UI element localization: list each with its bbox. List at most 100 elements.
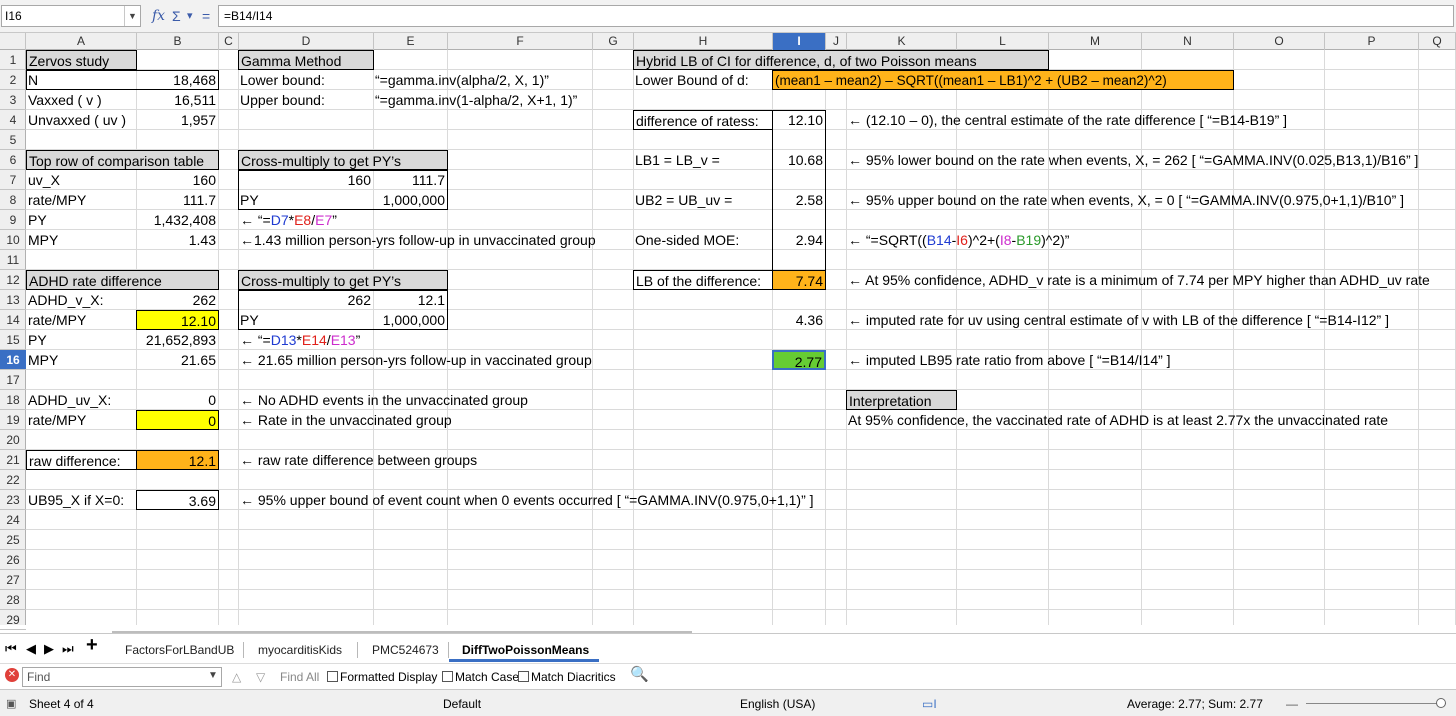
cell-d7[interactable]: 160 — [238, 170, 373, 190]
page-style[interactable]: Default — [443, 696, 481, 712]
add-sheet-button[interactable]: + — [86, 635, 98, 655]
cell-i10[interactable]: 2.94 — [772, 230, 825, 250]
cell-i16[interactable]: 2.77 — [772, 350, 826, 370]
cell-i12[interactable]: 7.74 — [772, 270, 826, 290]
row-header[interactable]: 7 — [0, 170, 26, 190]
column-header-e[interactable]: E — [374, 33, 448, 50]
sheet-tab-factorsforlbandub[interactable]: FactorsForLBandUB — [125, 642, 234, 658]
find-input[interactable]: Find — [22, 667, 222, 687]
cell-a6[interactable]: Top row of comparison table — [26, 150, 219, 170]
cell-d3[interactable]: Upper bound: — [238, 90, 373, 110]
cell-d15[interactable]: ← “=D13*E14/E13” — [238, 330, 373, 350]
chevron-down-icon[interactable]: ▼ — [124, 6, 140, 26]
cell-k18[interactable]: Interpretation — [846, 390, 957, 410]
cell-a12[interactable]: ADHD rate difference — [26, 270, 219, 290]
row-header[interactable]: 24 — [0, 510, 26, 530]
cell-k16[interactable]: ← imputed LB95 rate ratio from above [ “… — [846, 350, 1171, 370]
cell-a10[interactable]: MPY — [26, 230, 136, 250]
cell-d12[interactable]: Cross-multiply to get PY’s — [238, 270, 448, 290]
equals-icon[interactable]: = — [202, 6, 210, 26]
column-header-d[interactable]: D — [239, 33, 374, 50]
cell-b21[interactable]: 12.1 — [136, 450, 219, 470]
cell-b16[interactable]: 21.65 — [136, 350, 218, 370]
cell-b3[interactable]: 16,511 — [136, 90, 218, 110]
cell-k4[interactable]: ← (12.10 – 0), the central estimate of t… — [846, 110, 1287, 130]
cell-d18[interactable]: ← No ADHD events in the unvaccinated gro… — [238, 390, 528, 410]
row-header[interactable]: 9 — [0, 210, 26, 230]
cell-a13[interactable]: ADHD_v_X: — [26, 290, 136, 310]
cell-b23[interactable]: 3.69 — [136, 490, 219, 510]
cell-i8[interactable]: 2.58 — [772, 190, 825, 210]
row-header[interactable]: 13 — [0, 290, 26, 310]
cell-a2[interactable]: N — [26, 70, 136, 90]
row-header[interactable]: 23 — [0, 490, 26, 510]
match-diacritics-checkbox[interactable]: Match Diacritics — [518, 669, 616, 685]
cell-d13[interactable]: 262 — [238, 290, 373, 310]
cell-a19[interactable]: rate/MPY — [26, 410, 136, 430]
cell-a8[interactable]: rate/MPY — [26, 190, 136, 210]
row-header[interactable]: 2 — [0, 70, 26, 90]
close-find-icon[interactable]: ✕ — [5, 668, 19, 682]
row-header[interactable]: 18 — [0, 390, 26, 410]
formula-input[interactable]: =B14/I14 — [218, 5, 1454, 27]
cell-h1[interactable]: Hybrid LB of CI for difference, d, of tw… — [633, 50, 1049, 70]
cell-d8[interactable]: PY — [238, 190, 373, 210]
cell-a16[interactable]: MPY — [26, 350, 136, 370]
row-header[interactable]: 26 — [0, 550, 26, 570]
row-header[interactable]: 29 — [0, 610, 26, 630]
chevron-down-icon[interactable]: ▼ — [208, 668, 218, 684]
row-header[interactable]: 19 — [0, 410, 26, 430]
find-and-replace-icon[interactable]: 🔍 — [630, 667, 649, 683]
column-header-n[interactable]: N — [1142, 33, 1234, 50]
row-header[interactable]: 20 — [0, 430, 26, 450]
cell-b10[interactable]: 1.43 — [136, 230, 218, 250]
cell-b19[interactable]: 0 — [136, 410, 219, 430]
sheet-tab-pmc524673[interactable]: PMC524673 — [372, 642, 439, 658]
row-header[interactable]: 8 — [0, 190, 26, 210]
cell-a18[interactable]: ADHD_uv_X: — [26, 390, 136, 410]
column-header-o[interactable]: O — [1234, 33, 1325, 50]
cell-b7[interactable]: 160 — [136, 170, 218, 190]
column-header-h[interactable]: H — [634, 33, 773, 50]
cell-d21[interactable]: ← raw rate difference between groups — [238, 450, 477, 470]
column-header-m[interactable]: M — [1049, 33, 1142, 50]
cell-a7[interactable]: uv_X — [26, 170, 136, 190]
cell-d23[interactable]: ← 95% upper bound of event count when 0 … — [238, 490, 814, 510]
cell-d19[interactable]: ← Rate in the unvaccinated group — [238, 410, 452, 430]
match-case-checkbox[interactable]: Match Case — [442, 669, 519, 685]
cell-k10[interactable]: ← “=SQRT((B14-I6)^2+(I8-B19)^2)” — [846, 230, 1069, 250]
cell-k12[interactable]: ← At 95% confidence, ADHD_v rate is a mi… — [846, 270, 1430, 290]
row-header[interactable]: 17 — [0, 370, 26, 390]
cell-h10[interactable]: One-sided MOE: — [633, 230, 772, 250]
column-header-a[interactable]: A — [26, 33, 137, 50]
cell-b4[interactable]: 1,957 — [136, 110, 218, 130]
cell-d9[interactable]: ← “=D7*E8/E7” — [238, 210, 373, 230]
cell-a23[interactable]: UB95_X if X=0: — [26, 490, 136, 510]
cell-b8[interactable]: 111.7 — [136, 190, 218, 210]
cell-h4[interactable]: difference of ratess: — [633, 110, 773, 130]
sheet-tab-myocarditiskids[interactable]: myocarditisKids — [258, 642, 342, 658]
cell-a14[interactable]: rate/MPY — [26, 310, 136, 330]
cell-b13[interactable]: 262 — [136, 290, 218, 310]
cell-k14[interactable]: ← imputed rate for uv using central esti… — [846, 310, 1389, 330]
row-header[interactable]: 10 — [0, 230, 26, 250]
first-sheet-icon[interactable]: ⏮ — [5, 641, 17, 657]
cell-e7[interactable]: 111.7 — [373, 170, 447, 190]
cell-e13[interactable]: 12.1 — [373, 290, 447, 310]
last-sheet-icon[interactable]: ⏭ — [62, 641, 74, 657]
find-all-button[interactable]: Find All — [280, 669, 319, 685]
cell-a3[interactable]: Vaxxed ( v ) — [26, 90, 136, 110]
column-header-k[interactable]: K — [847, 33, 957, 50]
cell-i2[interactable]: (mean1 – mean2) – SQRT((mean1 – LB1)^2 +… — [772, 70, 1234, 90]
cell-e2[interactable]: “=gamma.inv(alpha/2, X, 1)” — [373, 70, 549, 90]
row-header[interactable]: 6 — [0, 150, 26, 170]
cell-b2[interactable]: 18,468 — [136, 70, 218, 90]
column-header-j[interactable]: J — [826, 33, 847, 50]
cell-a21[interactable]: raw difference: — [26, 450, 137, 470]
cell-d2[interactable]: Lower bound: — [238, 70, 373, 90]
language-status[interactable]: English (USA) — [740, 696, 815, 712]
sheet-tab-difftwopoissonmeans[interactable]: DiffTwoPoissonMeans — [462, 642, 589, 658]
cell-k6[interactable]: ← 95% lower bound on the rate when event… — [846, 150, 1418, 170]
cell-b14[interactable]: 12.10 — [136, 310, 219, 330]
row-header[interactable]: 25 — [0, 530, 26, 550]
